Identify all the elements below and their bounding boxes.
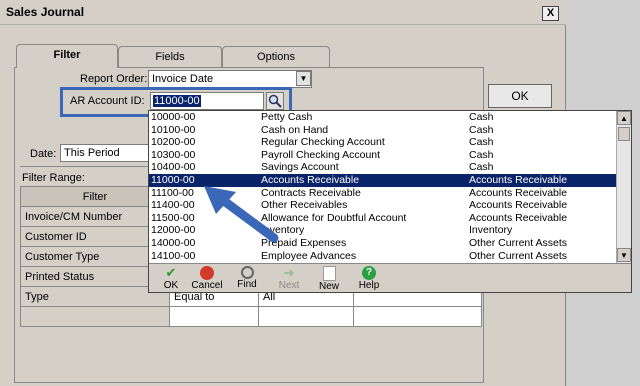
account-id: 11100-00 [151, 186, 194, 199]
account-description: Employee Advances [261, 249, 357, 262]
filter-range-label: Filter Range: [22, 172, 85, 184]
ar-account-label: AR Account ID: [70, 95, 145, 107]
report-order-select[interactable]: Invoice Date ▼ [148, 70, 312, 88]
next-arrow-icon: ➜ [283, 265, 295, 280]
tab-fields[interactable]: Fields [118, 46, 222, 68]
account-type: Accounts Receivable [469, 186, 568, 199]
lookup-toolbar: ✔ OK Cancel Find ➜ Next New ? Help [149, 263, 631, 292]
account-type: Accounts Receivable [469, 174, 568, 186]
toolbar-ok-button[interactable]: ✔ OK [153, 265, 189, 292]
ar-account-input[interactable]: 11000-00 [150, 92, 264, 110]
account-type: Cash [469, 123, 494, 136]
account-type: Cash [469, 148, 494, 161]
magnifier-icon [268, 94, 282, 108]
toolbar-next-button[interactable]: ➜ Next [271, 265, 307, 292]
account-type: Cash [469, 136, 494, 149]
ar-account-value: 11000-00 [153, 95, 201, 107]
account-id: 14100-00 [151, 249, 196, 262]
account-id: 10000-00 [151, 111, 196, 123]
list-item[interactable]: 14100-00 Employee Advances Other Current A… [149, 250, 617, 263]
account-id: 10200-00 [151, 136, 196, 149]
new-document-icon [322, 266, 336, 281]
account-type: Other Current Assets [469, 249, 568, 262]
account-description: Cash on Hand [261, 123, 329, 136]
account-description: Regular Checking Account [261, 136, 385, 149]
scrollbar[interactable]: ▲ ▼ [616, 111, 631, 263]
account-type: Inventory [469, 224, 513, 237]
date-select[interactable]: This Period [60, 144, 150, 162]
account-description: Petty Cash [261, 111, 313, 123]
toolbar-help-button[interactable]: ? Help [351, 265, 387, 292]
title-bar: Sales Journal X [0, 0, 566, 25]
list-item[interactable]: 10300-00 Payroll Checking Account Cash [149, 149, 617, 162]
close-button[interactable]: X [542, 6, 559, 21]
account-id: 11500-00 [151, 211, 195, 224]
account-type: Cash [469, 161, 494, 174]
account-id: 10400-00 [151, 161, 196, 174]
divider [20, 166, 148, 167]
ok-button[interactable]: OK [488, 84, 552, 108]
lookup-button[interactable] [266, 92, 284, 110]
list-item[interactable]: 10200-00 Regular Checking Account Cash [149, 136, 617, 149]
account-id: 10100-00 [151, 123, 196, 136]
account-description: Payroll Checking Account [261, 148, 381, 161]
check-icon: ✔ [165, 265, 177, 280]
account-id: 10300-00 [151, 148, 196, 161]
callout-arrow-icon [204, 186, 279, 243]
report-order-value: Invoice Date [152, 73, 214, 85]
toolbar-find-button[interactable]: Find [229, 265, 265, 292]
account-type: Cash [469, 111, 494, 123]
list-item[interactable]: 10400-00 Savings Account Cash [149, 161, 617, 174]
toolbar-new-button[interactable]: New [311, 265, 347, 292]
list-item[interactable]: 10000-00 Petty Cash Cash [149, 111, 617, 124]
account-type: Accounts Receivable [469, 199, 568, 212]
date-value: This Period [64, 147, 120, 159]
list-item[interactable]: 10100-00 Cash on Hand Cash [149, 124, 617, 137]
account-type: Other Current Assets [469, 237, 568, 249]
account-id: 14000-00 [151, 237, 196, 249]
account-type: Accounts Receivable [469, 211, 568, 224]
magnifier-icon [240, 266, 254, 279]
help-icon: ? [362, 266, 376, 280]
tab-options[interactable]: Options [222, 46, 330, 68]
scroll-up-icon[interactable]: ▲ [617, 111, 631, 125]
account-description: Allowance for Doubtful Account [261, 211, 407, 224]
date-label: Date: [30, 148, 57, 160]
scroll-thumb[interactable] [618, 127, 630, 141]
account-id: 11400-00 [151, 199, 195, 212]
toolbar-cancel-button[interactable]: Cancel [189, 265, 225, 292]
account-id: 12000-00 [151, 224, 196, 237]
account-id: 11000-00 [151, 174, 195, 186]
chevron-down-icon[interactable]: ▼ [296, 71, 311, 86]
cancel-icon [200, 266, 214, 280]
report-order-label: Report Order: [80, 73, 148, 85]
scroll-down-icon[interactable]: ▼ [617, 248, 631, 262]
table-row[interactable] [20, 306, 482, 327]
window-title: Sales Journal [6, 5, 85, 19]
account-description: Savings Account [261, 161, 339, 174]
tab-filter[interactable]: Filter [16, 44, 118, 68]
